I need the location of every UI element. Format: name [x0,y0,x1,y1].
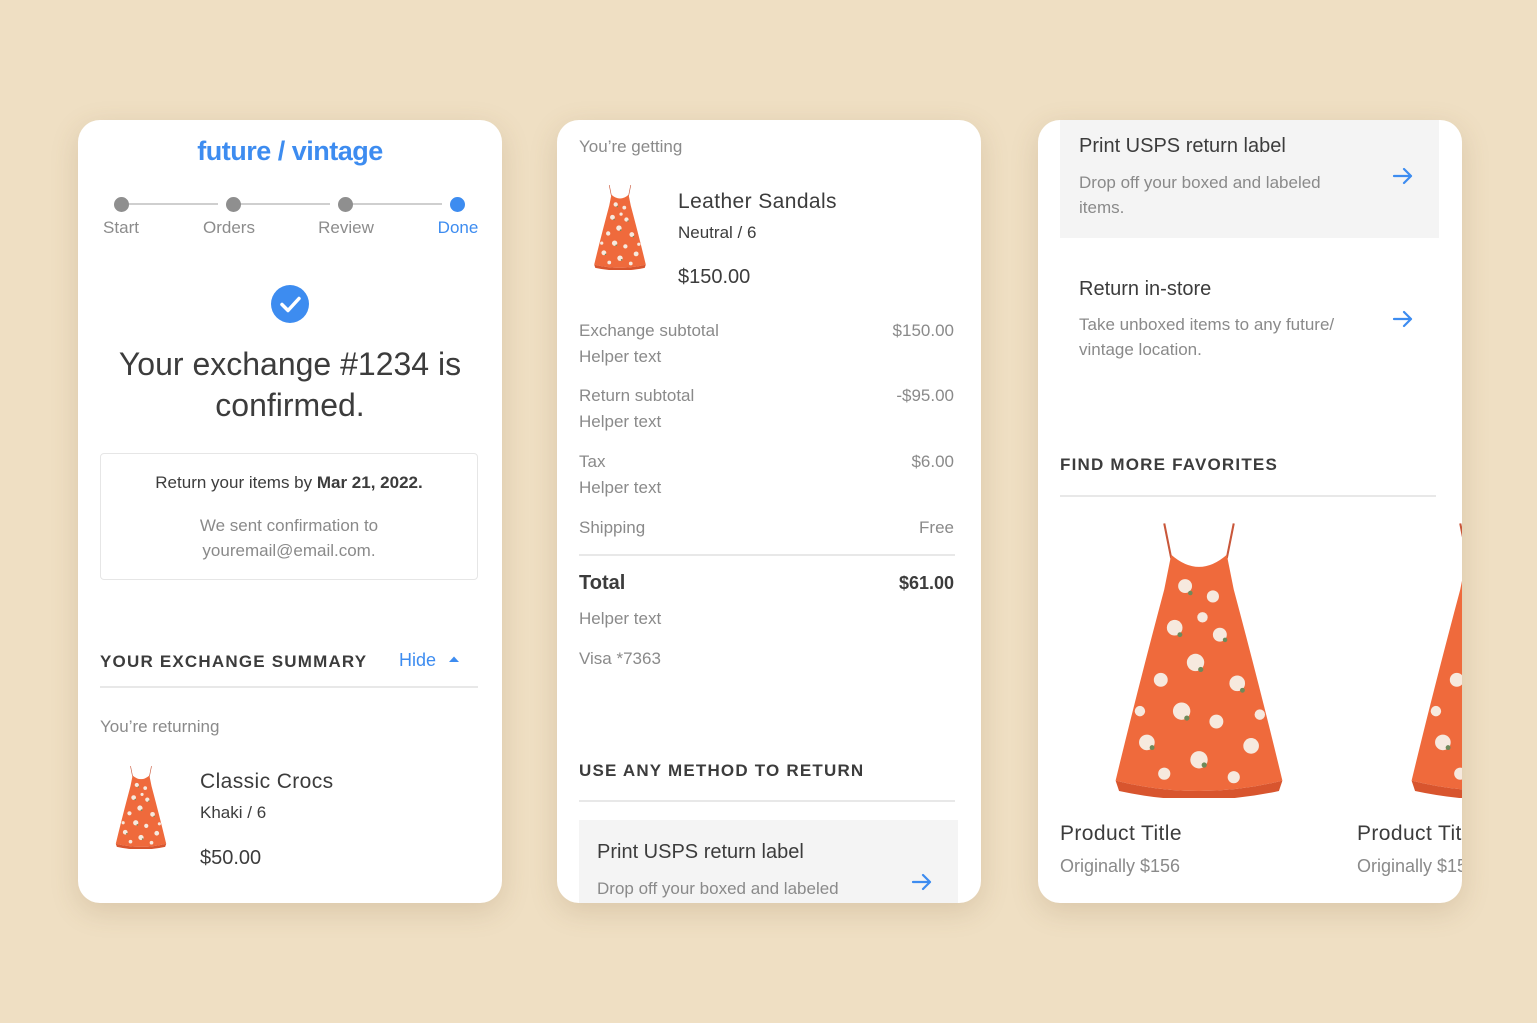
shipping-value: Free [919,518,954,537]
returning-label: You’re returning [100,717,220,736]
usps-label-option[interactable]: Print USPS return label Drop off your bo… [1060,120,1439,238]
return-by-date: Mar 21, 2022. [316,473,423,492]
product-card[interactable] [1408,520,1462,810]
methods-divider [579,800,955,802]
step-label-start[interactable]: Start [78,218,171,238]
check-circle-icon [271,285,309,323]
return-subtotal-value: -$95.00 [896,386,954,405]
option-description-line1: Drop off your boxed and labeled [1079,173,1321,192]
getting-item-name: Leather Sandals [678,190,837,213]
exchange-subtotal-helper: Helper text [579,347,662,366]
arrow-right-icon [1391,164,1415,188]
return-by-prefix: Return your items by [155,473,317,492]
return-subtotal-helper: Helper text [579,412,662,431]
tax-label: Tax [579,452,606,471]
product-price: Originally $156 [1060,856,1181,876]
totals-divider [579,554,955,556]
product-image [1112,520,1286,798]
confirmation-title: Your exchange #1234 is confirmed. [118,346,462,423]
return-notice-box: Return your items by Mar 21, 2022. We se… [100,453,478,580]
option-title: Return in-store [1079,278,1212,300]
step-dot-done [450,197,465,212]
product-price: Originally $156 [1357,856,1462,876]
favorites-divider [1060,495,1436,497]
product-title[interactable]: Product Title [1357,822,1462,846]
caret-up-icon [448,650,460,668]
sent-confirmation-line: We sent confirmation to [199,516,379,535]
return-subtotal-label: Return subtotal [579,386,695,405]
getting-item-variant: Neutral / 6 [678,223,757,242]
option-title: Print USPS return label [597,841,804,863]
step-dot-orders [226,197,241,212]
returning-item-name: Classic Crocs [200,770,334,793]
step-dot-review [338,197,353,212]
shipping-label: Shipping [579,518,646,537]
brand-logo[interactable]: future / vintage [78,136,502,167]
summary-card: You’re getting Leather Sandals Neutral /… [557,120,981,903]
product-image [1408,520,1462,798]
usps-label-option[interactable]: Print USPS return label Drop off your bo… [579,820,958,903]
total-value: $61.00 [898,573,954,593]
return-options-card: Print USPS return label Drop off your bo… [1038,120,1462,903]
email-address: youremail@email.com. [202,541,376,560]
step-label-orders[interactable]: Orders [179,218,279,238]
returning-item-price: $50.00 [200,847,262,869]
getting-item-price: $150.00 [678,266,751,288]
stepper-connector [240,203,330,205]
return-in-store-option[interactable]: Return in-store Take unboxed items to an… [1060,265,1439,375]
hide-summary-toggle[interactable]: Hide [399,650,460,671]
return-methods-heading: USE ANY METHOD TO RETURN [579,761,865,780]
step-dot-start [114,197,129,212]
step-label-review[interactable]: Review [296,218,396,238]
getting-label: You’re getting [579,137,683,156]
hide-label: Hide [399,650,437,670]
step-label-done: Done [437,218,479,237]
tax-helper: Helper text [579,478,662,497]
summary-divider [100,686,478,688]
returning-item-variant: Khaki / 6 [200,803,267,822]
total-label: Total [579,572,626,594]
exchange-subtotal-value: $150.00 [892,321,954,340]
summary-heading: YOUR EXCHANGE SUMMARY [100,652,368,671]
tax-value: $6.00 [911,452,954,471]
stepper-connector [128,203,218,205]
option-description: Drop off your boxed and labeled [597,879,839,898]
payment-method: Visa *7363 [579,649,661,668]
product-card[interactable] [1060,520,1330,810]
total-helper: Helper text [579,609,662,628]
stepper-connector [352,203,442,205]
exchange-subtotal-label: Exchange subtotal [579,321,719,340]
confirmation-card: future / vintage Start Orders Review Don… [78,120,502,903]
favorites-heading: FIND MORE FAVORITES [1060,455,1278,474]
arrow-right-icon [910,870,934,894]
option-description-line2: vintage location. [1079,340,1202,359]
return-by-line: Return your items by Mar 21, 2022. [101,473,477,493]
product-title[interactable]: Product Title [1060,822,1182,846]
option-description-line2: items. [1079,198,1125,217]
option-title: Print USPS return label [1079,135,1286,157]
arrow-right-icon [1391,307,1415,331]
dress-thumbnail [113,765,169,849]
option-description-line1: Take unboxed items to any future/ [1079,315,1335,334]
dress-thumbnail [593,184,647,270]
